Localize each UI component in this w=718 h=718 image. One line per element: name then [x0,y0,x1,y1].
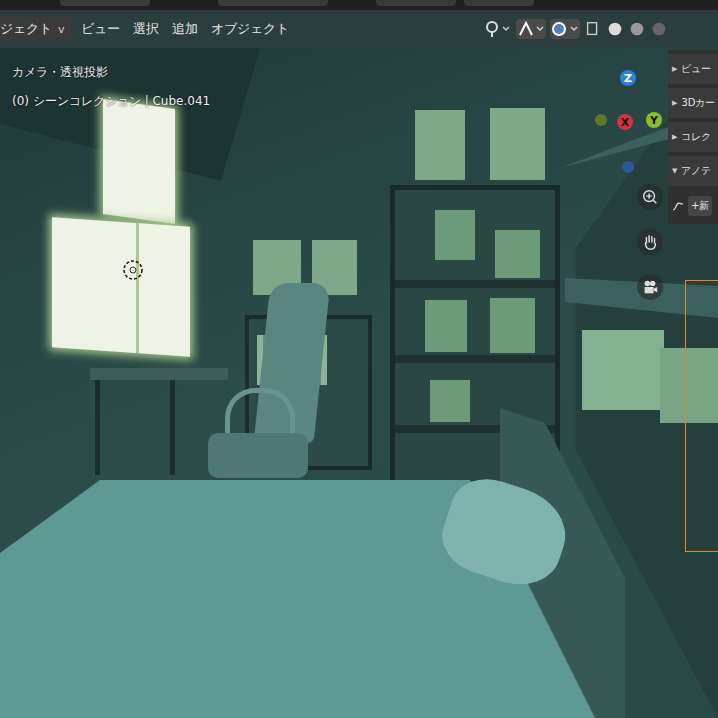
menu-item[interactable]: ビュー [81,20,120,38]
shading-solid-icon[interactable] [606,20,624,38]
overlay-icon[interactable] [550,19,580,39]
pan-button[interactable] [637,229,663,255]
window-pane [103,99,175,224]
collection-label: (0) シーンコレクション | Cube.041 [12,93,210,110]
pen-icon [670,198,686,214]
expand-arrow: ▼ [672,167,677,175]
top-field[interactable] [464,0,534,6]
axis-negative-y[interactable] [595,114,607,126]
3d-viewport[interactable]: カメラ・透視投影(0) シーンコレクション | Cube.041ZXY▶ビュー▶… [0,48,718,718]
new-button[interactable]: +新 [688,196,712,216]
zoom-icon [641,188,659,206]
desk-leg [95,380,100,475]
top-strip [0,0,718,10]
new-row: +新 [668,190,718,216]
snap-icon[interactable] [516,19,546,39]
chair-seat [208,433,308,478]
3d-cursor-icon[interactable] [121,258,145,282]
zoom-button[interactable] [637,184,663,210]
shading-material-icon[interactable] [628,20,646,38]
box [490,108,545,180]
expand-arrow: ▶ [672,65,677,73]
xray-icon[interactable] [584,20,602,38]
pivot-icon[interactable] [482,19,512,39]
panel-label: 3Dカー [681,96,715,110]
sidebar-panel[interactable]: ▶ コレク [668,122,718,152]
axis-ball[interactable]: X [617,114,633,130]
axis-ball[interactable]: Z [620,70,636,86]
panel-label: ビュー [681,62,711,76]
view-label: カメラ・透視投影 [12,64,210,81]
blender-window: ジェクトvビュー選択追加オブジェクトカメラ・透視投影(0) シーンコレクション … [0,0,718,718]
header-tools [482,19,668,39]
chair-arm [225,388,295,433]
axis-ball[interactable]: Y [646,112,662,128]
panel-label: アノテ [681,164,711,178]
axis-negative-z[interactable] [622,161,634,173]
panel-label: コレク [681,130,711,144]
menu-item[interactable]: 選択 [133,20,159,38]
expand-arrow: ▶ [672,99,677,107]
top-field[interactable] [376,0,456,6]
mode-label: ジェクト [0,20,52,38]
menu-item[interactable]: オブジェクト [211,20,289,38]
render-scene [0,48,718,718]
expand-arrow: ▶ [672,133,677,141]
sidebar-panel[interactable]: ▶ ビュー [668,54,718,84]
shading-render-icon[interactable] [650,20,668,38]
sidebar-panel[interactable]: ▶ 3Dカー [668,88,718,118]
desk [90,368,228,380]
window-pane [52,217,190,357]
mode-dropdown[interactable]: ジェクト v [0,17,71,41]
top-field[interactable] [218,0,328,6]
viewport-info: カメラ・透視投影 (0) シーンコレクション | Cube.041 [12,64,210,110]
desk-leg [170,380,175,475]
viewport-header: ジェクト v ビュー選択追加オブジェクト [0,10,718,48]
camera-icon [641,278,659,296]
caret-icon: v [58,23,65,36]
navigation-gizmo[interactable]: Z XY [590,60,670,180]
sidebar-panel[interactable]: ▼ アノテ [668,156,718,186]
camera-button[interactable] [637,274,663,300]
top-field[interactable] [60,0,150,6]
sidebar: ▶ ビュー ▶ 3Dカー ▶ コレク ▼ アノテ +新 [668,50,718,224]
selection-outline [685,280,718,552]
hand-icon [641,233,659,251]
box [660,348,718,423]
box [415,110,465,180]
menu-bar: ビュー選択追加オブジェクト [81,20,289,38]
box [582,330,664,410]
menu-item[interactable]: 追加 [172,20,198,38]
